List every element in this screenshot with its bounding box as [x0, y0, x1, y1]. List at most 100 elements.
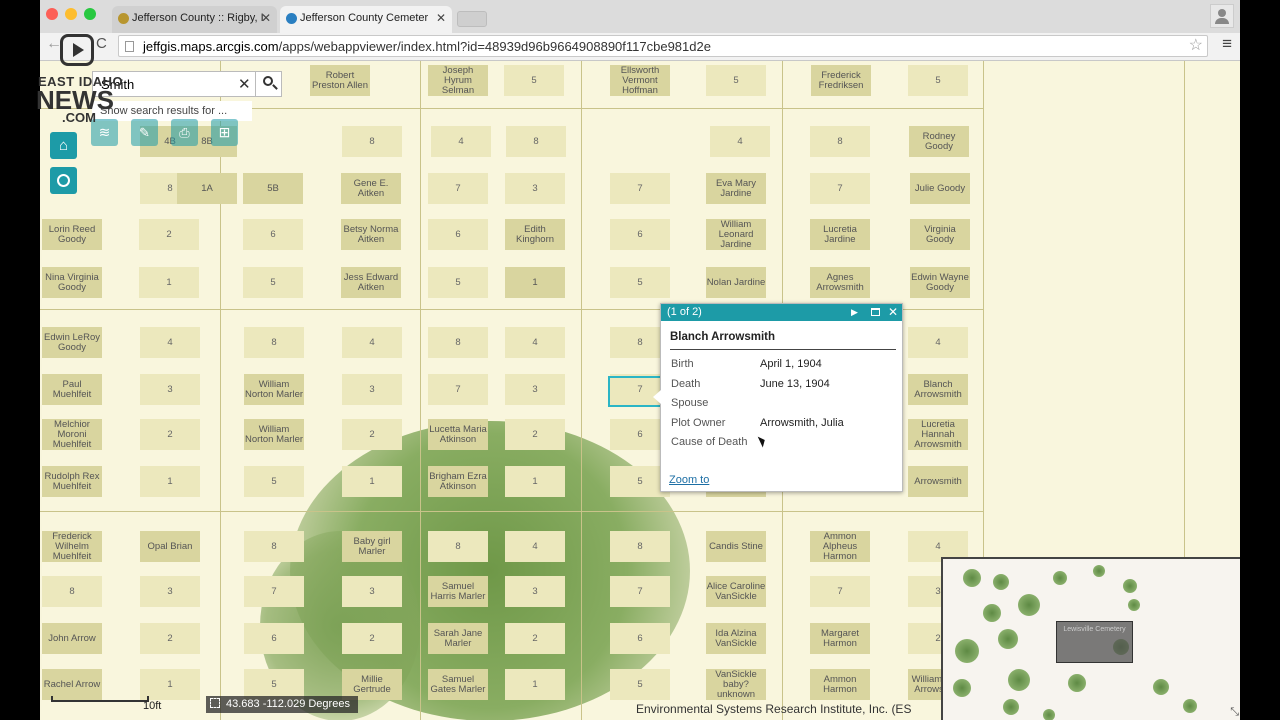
grave-plot[interactable]: 5: [610, 267, 670, 298]
grave-plot[interactable]: William Norton Marler: [244, 374, 304, 405]
grave-plot[interactable]: 4: [342, 327, 402, 358]
print-widget[interactable]: ⎙: [171, 119, 198, 146]
coordinate-icon[interactable]: [210, 698, 220, 708]
grave-plot[interactable]: Betsy Norma Aitken: [341, 219, 401, 250]
close-tab-icon[interactable]: ✕: [436, 6, 446, 31]
grave-plot[interactable]: Frederick Wilhelm Muehlfeit: [42, 531, 102, 562]
grave-plot[interactable]: 5: [610, 669, 670, 700]
grave-plot[interactable]: 1: [140, 669, 200, 700]
grave-plot[interactable]: 2: [342, 419, 402, 450]
grave-plot[interactable]: Lucretia Jardine: [810, 219, 870, 250]
grave-plot[interactable]: 8: [244, 531, 304, 562]
grave-plot[interactable]: 4: [710, 126, 770, 157]
grave-plot[interactable]: Baby girl Marler: [342, 531, 402, 562]
search-button[interactable]: [255, 71, 283, 97]
address-bar[interactable]: jeffgis.maps.arcgis.com/apps/webappviewe…: [118, 35, 1208, 57]
grave-plot[interactable]: 6: [244, 623, 304, 654]
locate-button[interactable]: [50, 167, 77, 194]
grave-plot[interactable]: 1: [505, 669, 565, 700]
grave-plot[interactable]: Margaret Harmon: [810, 623, 870, 654]
overview-toggle-icon[interactable]: ⤡: [1230, 706, 1239, 719]
grave-plot[interactable]: 7: [810, 173, 870, 204]
grave-plot[interactable]: 4: [431, 126, 491, 157]
grave-plot[interactable]: Sarah Jane Marler: [428, 623, 488, 654]
grave-plot[interactable]: 1: [505, 267, 565, 298]
grave-plot[interactable]: 3: [505, 374, 565, 405]
grave-plot[interactable]: 8: [42, 576, 102, 607]
grave-plot[interactable]: 2: [140, 623, 200, 654]
grave-plot[interactable]: 8: [610, 531, 670, 562]
draw-widget[interactable]: ✎: [131, 119, 158, 146]
grave-plot[interactable]: 2: [140, 419, 200, 450]
grave-plot[interactable]: 8: [428, 531, 488, 562]
grave-plot[interactable]: Edwin Wayne Goody: [910, 267, 970, 298]
grave-plot[interactable]: Lucetta Maria Atkinson: [428, 419, 488, 450]
grave-plot[interactable]: Opal Brian: [140, 531, 200, 562]
profile-icon[interactable]: [1210, 4, 1234, 28]
basemap-widget[interactable]: ⊞: [211, 119, 238, 146]
grave-plot[interactable]: 8: [810, 126, 870, 157]
close-tab-icon[interactable]: ✕: [261, 6, 271, 31]
grave-plot[interactable]: 2: [342, 623, 402, 654]
grave-plot[interactable]: Paul Muehlfeit: [42, 374, 102, 405]
grave-plot[interactable]: Blanch Arrowsmith: [908, 374, 968, 405]
bookmark-star-icon[interactable]: ☆: [1189, 35, 1203, 57]
grave-plot[interactable]: 8: [506, 126, 566, 157]
grave-plot[interactable]: Arrowsmith: [908, 466, 968, 497]
grave-plot[interactable]: 5: [908, 65, 968, 96]
grave-plot[interactable]: Agnes Arrowsmith: [810, 267, 870, 298]
tab-cemetery[interactable]: Jefferson County Cemeter ✕: [280, 6, 452, 33]
grave-plot[interactable]: 5: [428, 267, 488, 298]
grave-plot[interactable]: Candis Stine: [706, 531, 766, 562]
grave-plot[interactable]: 2: [505, 419, 565, 450]
grave-plot[interactable]: 8: [428, 327, 488, 358]
grave-plot[interactable]: Samuel Gates Marler: [428, 669, 488, 700]
grave-plot[interactable]: 5: [504, 65, 564, 96]
grave-plot[interactable]: Robert Preston Allen: [310, 65, 370, 96]
grave-plot[interactable]: Jess Edward Aitken: [341, 267, 401, 298]
grave-plot[interactable]: Lorin Reed Goody: [42, 219, 102, 250]
grave-plot[interactable]: 5: [706, 65, 766, 96]
grave-plot[interactable]: 3: [342, 374, 402, 405]
grave-plot[interactable]: Ammon Alpheus Harmon: [810, 531, 870, 562]
grave-plot[interactable]: 4: [140, 327, 200, 358]
grave-plot[interactable]: Virginia Goody: [910, 219, 970, 250]
grave-plot[interactable]: 6: [243, 219, 303, 250]
grave-plot[interactable]: 4: [505, 327, 565, 358]
new-tab-button[interactable]: [457, 11, 487, 27]
grave-plot[interactable]: Ida Alzina VanSickle: [706, 623, 766, 654]
grave-plot[interactable]: 5B: [243, 173, 303, 204]
home-button[interactable]: ⌂: [50, 132, 77, 159]
close-popup-icon[interactable]: ✕: [888, 304, 898, 321]
grave-plot[interactable]: 2: [505, 623, 565, 654]
grave-plot[interactable]: Joseph Hyrum Selman: [428, 65, 488, 96]
grave-plot[interactable]: Frederick Fredriksen: [811, 65, 871, 96]
zoom-window-button[interactable]: [84, 8, 96, 20]
grave-plot[interactable]: 2: [139, 219, 199, 250]
clear-search-icon[interactable]: ✕: [238, 75, 251, 93]
grave-plot[interactable]: 7: [610, 576, 670, 607]
grave-plot[interactable]: 3: [140, 374, 200, 405]
grave-plot[interactable]: Samuel Harris Marler: [428, 576, 488, 607]
grave-plot[interactable]: 8: [342, 126, 402, 157]
grave-plot[interactable]: VanSickle baby? unknown: [706, 669, 766, 700]
grave-plot[interactable]: 3: [140, 576, 200, 607]
grave-plot[interactable]: 4: [908, 327, 968, 358]
grave-plot[interactable]: Nolan Jardine: [706, 267, 766, 298]
minimize-window-button[interactable]: [65, 8, 77, 20]
grave-plot[interactable]: 7: [244, 576, 304, 607]
grave-plot[interactable]: 7: [428, 374, 488, 405]
grave-plot[interactable]: Alice Caroline VanSickle: [706, 576, 766, 607]
next-feature-icon[interactable]: ▶: [851, 304, 858, 321]
grave-plot[interactable]: 6: [610, 623, 670, 654]
grave-plot[interactable]: 3: [505, 173, 565, 204]
grave-plot[interactable]: Rodney Goody: [909, 126, 969, 157]
grave-plot[interactable]: Eva Mary Jardine: [706, 173, 766, 204]
menu-icon[interactable]: ≡: [1222, 34, 1232, 54]
grave-plot[interactable]: 1: [342, 466, 402, 497]
grave-plot[interactable]: 7: [610, 173, 670, 204]
tab-rigby[interactable]: Jefferson County :: Rigby, I ✕: [112, 6, 277, 33]
grave-plot[interactable]: Gene E. Aitken: [341, 173, 401, 204]
grave-plot[interactable]: Ellsworth Vermont Hoffman: [610, 65, 670, 96]
grave-plot[interactable]: John Arrow: [42, 623, 102, 654]
